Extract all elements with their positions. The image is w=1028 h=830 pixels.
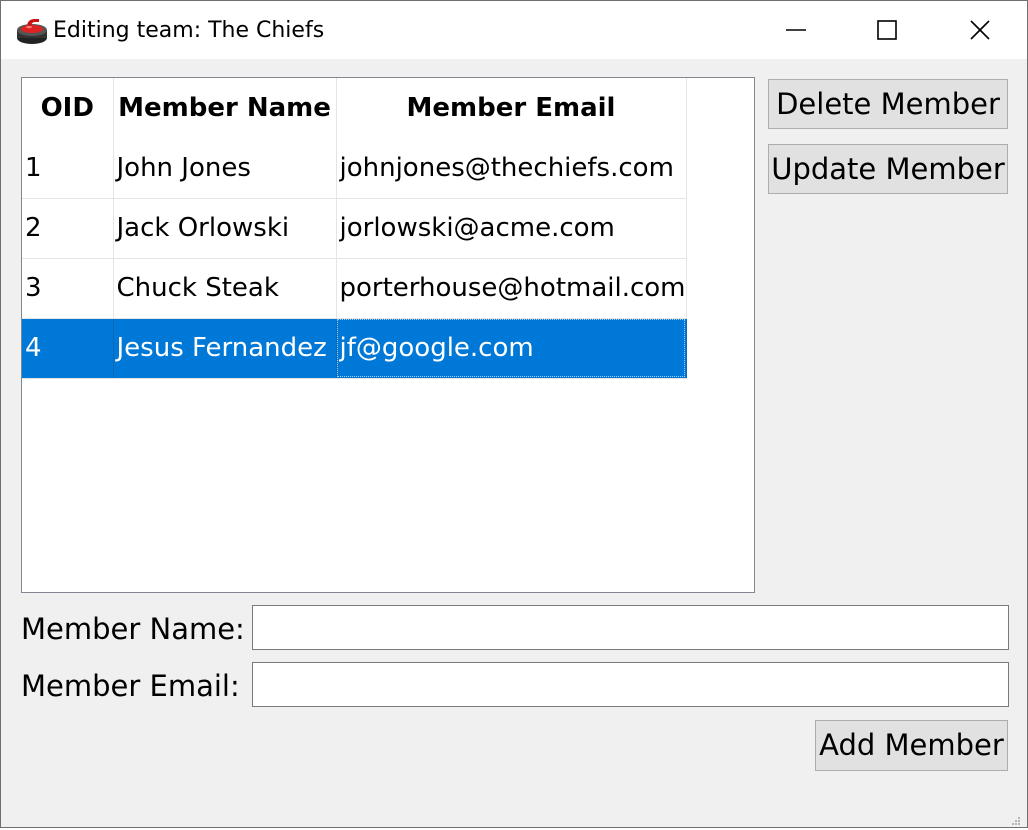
column-header-member-name[interactable]: Member Name <box>113 78 337 138</box>
minimize-button[interactable] <box>750 1 842 59</box>
add-member-button[interactable]: Add Member <box>815 720 1008 771</box>
column-header-oid[interactable]: OID <box>22 78 114 138</box>
close-button[interactable] <box>934 1 1026 59</box>
member-name-input[interactable] <box>252 605 1009 650</box>
members-table[interactable]: OID Member Name Member Email 1 John Jone… <box>21 77 755 593</box>
members-grid: OID Member Name Member Email 1 John Jone… <box>22 78 687 379</box>
cell-member-name[interactable]: Chuck Steak <box>113 258 337 319</box>
cell-member-name[interactable]: Jack Orlowski <box>113 198 337 259</box>
cell-member-email[interactable]: johnjones@thechiefs.com <box>336 138 687 199</box>
curling-stone-icon <box>15 13 49 47</box>
maximize-icon <box>876 19 898 41</box>
table-row[interactable]: 2 Jack Orlowski jorlowski@acme.com <box>22 198 687 259</box>
table-row[interactable]: 3 Chuck Steak porterhouse@hotmail.com <box>22 258 687 319</box>
maximize-button[interactable] <box>841 1 933 59</box>
close-icon <box>969 19 991 41</box>
table-header-row: OID Member Name Member Email <box>22 78 687 138</box>
cell-member-email[interactable]: jorlowski@acme.com <box>336 198 687 259</box>
window-title: Editing team: The Chiefs <box>53 18 325 43</box>
delete-member-button[interactable]: Delete Member <box>768 79 1008 129</box>
cell-member-email[interactable]: porterhouse@hotmail.com <box>336 258 687 319</box>
cell-oid[interactable]: 3 <box>22 258 114 319</box>
member-name-label: Member Name: <box>21 612 245 646</box>
cell-oid[interactable]: 2 <box>22 198 114 259</box>
table-row[interactable]: 1 John Jones johnjones@thechiefs.com <box>22 138 687 199</box>
team-editor-window: Editing team: The Chiefs OID Member Name <box>0 0 1028 828</box>
minimize-icon <box>785 19 807 41</box>
cell-oid[interactable]: 1 <box>22 138 114 199</box>
update-member-button[interactable]: Update Member <box>768 144 1008 194</box>
table-row-selected[interactable]: 4 Jesus Fernandez jf@google.com <box>22 318 687 379</box>
cell-member-name[interactable]: John Jones <box>113 138 337 199</box>
cell-oid[interactable]: 4 <box>22 318 114 379</box>
cell-member-name[interactable]: Jesus Fernandez <box>113 318 337 379</box>
column-header-member-email[interactable]: Member Email <box>336 78 687 138</box>
resize-grip-icon[interactable] <box>1011 811 1021 825</box>
title-bar[interactable]: Editing team: The Chiefs <box>1 1 1027 59</box>
member-email-input[interactable] <box>252 662 1009 707</box>
member-email-label: Member Email: <box>21 669 240 703</box>
cell-member-email[interactable]: jf@google.com <box>336 318 687 379</box>
